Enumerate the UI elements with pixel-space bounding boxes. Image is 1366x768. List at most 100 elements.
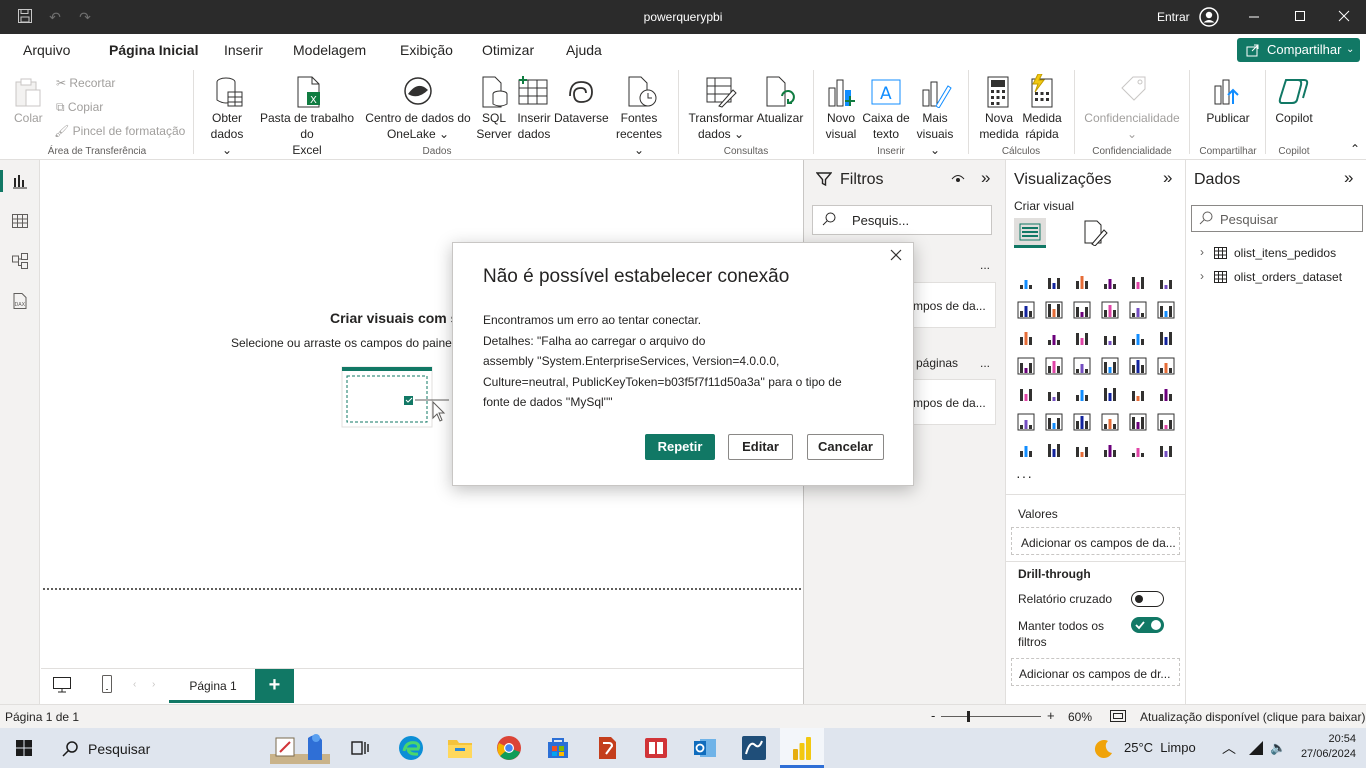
report-view-icon[interactable] — [11, 172, 29, 190]
line-column-icon[interactable] — [1128, 300, 1148, 320]
wifi-icon[interactable] — [1248, 740, 1264, 759]
treemap-icon[interactable] — [1016, 356, 1036, 376]
donut-chart-icon[interactable] — [1156, 328, 1176, 348]
model-view-icon[interactable] — [11, 252, 29, 270]
slicer-icon[interactable] — [1072, 384, 1092, 404]
zoom-slider-thumb[interactable] — [967, 711, 970, 722]
account-icon[interactable] — [1199, 7, 1219, 27]
visual-filters-more[interactable]: ... — [980, 258, 990, 272]
zoom-slider-track[interactable] — [941, 716, 1041, 717]
qa-icon[interactable] — [1100, 412, 1120, 432]
drillthrough-drop-area[interactable]: Adicionar os campos de dr... — [1011, 658, 1180, 686]
update-available-link[interactable]: Atualização disponível (clique para baix… — [1140, 710, 1365, 724]
100-column-icon[interactable] — [1156, 272, 1176, 292]
tab-inserir[interactable]: Inserir — [224, 42, 263, 58]
copilot-button[interactable]: Copilot — [1270, 110, 1318, 126]
cut-button[interactable]: ✂ Recortar — [56, 75, 115, 91]
more-visuals-ellipsis[interactable]: ··· — [1016, 468, 1033, 484]
copy-button[interactable]: ⧉ Copiar — [56, 99, 103, 115]
next-page-icon[interactable]: › — [152, 679, 155, 690]
volume-icon[interactable]: 🔈 — [1270, 740, 1286, 756]
table-item-orders-dataset[interactable]: › olist_orders_dataset — [1200, 269, 1360, 287]
scatter-icon[interactable] — [1100, 328, 1120, 348]
more-visuals-icon[interactable] — [1156, 440, 1176, 460]
format-painter-button[interactable]: 🖌 Pincel de formatação — [54, 123, 185, 139]
collapse-filters-icon[interactable]: » — [981, 168, 990, 188]
reader-icon[interactable] — [643, 735, 669, 764]
app-red-icon[interactable] — [594, 735, 620, 764]
keep-filters-toggle[interactable] — [1131, 617, 1164, 633]
smart-narrative-icon[interactable] — [1128, 412, 1148, 432]
collapse-ribbon-icon[interactable]: ⌃ — [1350, 142, 1360, 156]
funnel-icon[interactable] — [1072, 328, 1092, 348]
outlook-icon[interactable] — [692, 735, 718, 764]
map-icon[interactable] — [1044, 356, 1064, 376]
mysql-workbench-icon[interactable] — [741, 735, 767, 764]
textbox-button[interactable]: Caixa de texto — [860, 110, 912, 142]
table-view-icon[interactable] — [11, 212, 29, 230]
data-search-input[interactable]: Pesquisar — [1191, 205, 1363, 232]
page-tab-1[interactable]: Página 1 — [169, 669, 257, 703]
sql-server-button[interactable]: SQL Server — [475, 110, 513, 142]
clustered-bar-icon[interactable] — [1072, 272, 1092, 292]
onelake-hub-button[interactable]: Centro de dados do OneLake ⌄ — [364, 110, 472, 142]
100-bar-icon[interactable] — [1128, 272, 1148, 292]
collapse-data-icon[interactable]: » — [1344, 168, 1353, 188]
store-icon[interactable] — [545, 735, 571, 764]
matrix-icon[interactable] — [1128, 384, 1148, 404]
build-visual-tab[interactable] — [1014, 218, 1046, 248]
table-item-itens-pedidos[interactable]: › olist_itens_pedidos — [1200, 245, 1360, 263]
weather-text[interactable]: 25°C Limpo — [1124, 740, 1196, 755]
quick-measure-button[interactable]: Medida rápida — [1020, 110, 1064, 142]
tab-arquivo[interactable]: Arquivo — [23, 42, 70, 58]
stacked-bar-icon[interactable] — [1016, 272, 1036, 292]
waterfall-icon[interactable] — [1044, 328, 1064, 348]
all-pages-more[interactable]: ... — [980, 356, 990, 370]
table-icon[interactable] — [1100, 384, 1120, 404]
task-view-icon[interactable] — [350, 738, 370, 761]
close-window-icon[interactable] — [1336, 8, 1352, 24]
retry-button[interactable]: Repetir — [645, 434, 715, 460]
tab-otimizar[interactable]: Otimizar — [482, 42, 534, 58]
eye-icon[interactable] — [951, 172, 965, 188]
publish-button[interactable]: Publicar — [1200, 110, 1256, 126]
zoom-in-button[interactable]: + — [1047, 708, 1055, 723]
cancel-button[interactable]: Cancelar — [807, 434, 884, 460]
mobile-layout-icon[interactable] — [101, 674, 113, 694]
maximize-icon[interactable] — [1292, 8, 1308, 24]
decomposition-tree-icon[interactable] — [1072, 412, 1092, 432]
new-measure-button[interactable]: Nova medida — [978, 110, 1020, 142]
key-influencers-icon[interactable] — [1044, 412, 1064, 432]
sign-in-button[interactable]: Entrar — [1157, 10, 1190, 24]
multi-row-card-icon[interactable] — [1016, 384, 1036, 404]
filled-map-icon[interactable] — [1072, 356, 1092, 376]
clock[interactable]: 20:54 27/06/2024 — [1290, 732, 1356, 762]
tab-pagina-inicial[interactable]: Página Inicial — [109, 42, 199, 69]
windows-start-icon[interactable] — [16, 740, 32, 759]
enter-data-button[interactable]: Inserir dados — [514, 110, 554, 142]
arcgis-icon[interactable] — [1100, 440, 1120, 460]
clustered-column-icon[interactable] — [1100, 272, 1120, 292]
new-visual-button[interactable]: Novo visual — [822, 110, 860, 142]
format-visual-tab[interactable] — [1082, 220, 1108, 249]
sensitivity-button[interactable]: Confidencialidade ⌄ — [1082, 110, 1182, 142]
power-apps-icon[interactable] — [1044, 440, 1064, 460]
tab-ajuda[interactable]: Ajuda — [566, 42, 602, 58]
desktop-layout-icon[interactable] — [52, 676, 72, 694]
collapse-visualizations-icon[interactable]: » — [1163, 168, 1172, 188]
tab-modelagem[interactable]: Modelagem — [293, 42, 366, 58]
edge-icon[interactable] — [398, 735, 424, 764]
paste-button[interactable]: Colar — [14, 110, 43, 126]
paginated-report-icon[interactable] — [1016, 440, 1036, 460]
gauge-icon[interactable] — [1128, 356, 1148, 376]
cross-report-toggle[interactable] — [1131, 591, 1164, 607]
fit-to-page-icon[interactable] — [1110, 710, 1126, 725]
azure-map-icon[interactable] — [1100, 356, 1120, 376]
stacked-column-icon[interactable] — [1044, 272, 1064, 292]
taskbar-search[interactable]: Pesquisar — [48, 732, 338, 764]
power-automate-icon[interactable] — [1072, 440, 1092, 460]
zoom-out-button[interactable]: - — [931, 708, 935, 723]
area-chart-icon[interactable] — [1044, 300, 1064, 320]
add-page-button[interactable]: + — [255, 669, 294, 703]
share-button[interactable]: Compartilhar ⌄ — [1237, 38, 1360, 62]
